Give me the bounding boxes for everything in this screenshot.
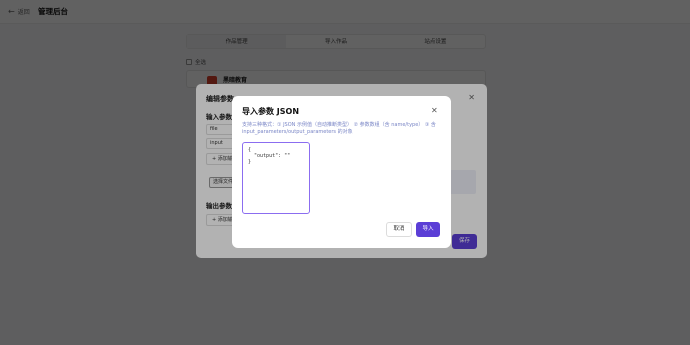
import-button[interactable]: 导入 [416,222,440,237]
close-icon[interactable]: ✕ [431,106,438,115]
cancel-button[interactable]: 取消 [386,222,412,237]
import-dialog-title: 导入参数 JSON [242,107,300,116]
format-hint: 支持三种格式：① JSON 示例值（自动推断类型） ② 参数数组（含 name/… [242,122,436,135]
import-json-dialog: 导入参数 JSON ✕ 支持三种格式：① JSON 示例值（自动推断类型） ② … [232,96,451,248]
json-textarea[interactable]: { "output": "" } [242,142,310,214]
